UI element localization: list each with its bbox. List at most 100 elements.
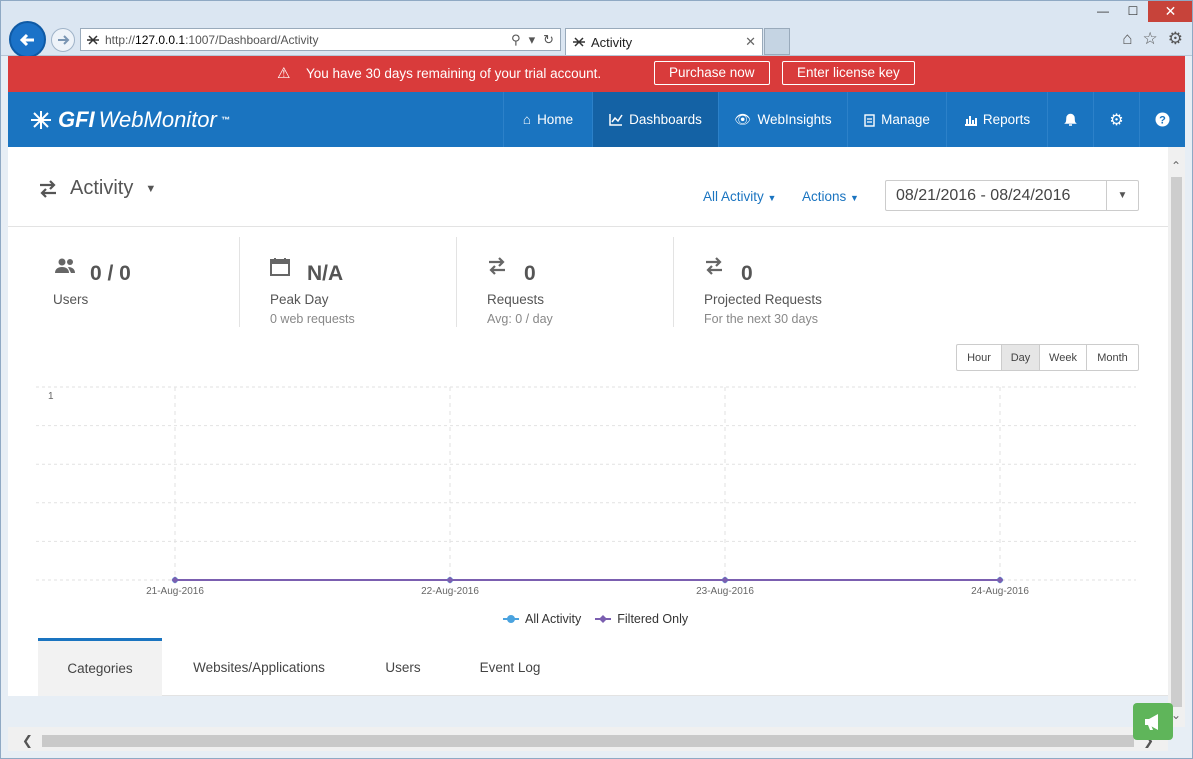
users-icon xyxy=(55,258,75,273)
date-range-value: 08/21/2016 - 08/24/2016 xyxy=(896,187,1071,204)
favorites-star-icon[interactable]: ☆ xyxy=(1143,29,1158,49)
help-icon: ? xyxy=(1155,112,1170,127)
forward-button[interactable] xyxy=(51,28,75,52)
activity-chart: 21-Aug-2016 22-Aug-2016 23-Aug-2016 24-Aug-… xyxy=(36,386,1136,597)
maximize-button[interactable]: ☐ xyxy=(1118,0,1148,22)
legend-marker-filtered-only xyxy=(595,615,612,623)
enter-license-key-button[interactable]: Enter license key xyxy=(782,61,915,85)
clipboard-icon xyxy=(864,113,875,127)
back-arrow-icon xyxy=(19,33,34,46)
logo-icon xyxy=(31,111,51,129)
actions-dropdown[interactable]: Actions ▼ xyxy=(802,189,859,204)
horizontal-scroll-thumb[interactable] xyxy=(42,735,1134,747)
close-window-button[interactable]: ✕ xyxy=(1148,0,1193,22)
gfi-webmonitor-logo[interactable]: GFI WebMonitor ™ xyxy=(28,107,230,133)
gear-icon: ⚙ xyxy=(1109,111,1124,129)
url-text: http://127.0.0.1:1007/Dashboard/Activity xyxy=(105,32,319,47)
nav-manage[interactable]: Manage xyxy=(847,92,946,147)
settings-gear-icon[interactable]: ⚙ xyxy=(1168,29,1183,49)
day-button[interactable]: Day xyxy=(1002,345,1040,370)
trial-banner: ⚠ You have 30 days remaining of your tri… xyxy=(8,56,1185,92)
feedback-button[interactable] xyxy=(1133,703,1173,740)
nav-home[interactable]: ⌂ Home xyxy=(503,92,592,147)
peak-day-sub: 0 web requests xyxy=(270,312,355,326)
peak-day-label: Peak Day xyxy=(270,292,329,307)
legend-all-activity[interactable]: All Activity xyxy=(503,612,581,626)
refresh-icon[interactable]: ↻ xyxy=(543,32,554,48)
back-button[interactable] xyxy=(9,21,46,58)
calendar-icon xyxy=(270,258,290,276)
home-icon: ⌂ xyxy=(522,112,532,127)
nav-webinsights[interactable]: 👁 WebInsights xyxy=(718,92,847,147)
tab-close-icon[interactable]: ✕ xyxy=(745,34,756,50)
scroll-up-icon[interactable]: ⌃ xyxy=(1171,159,1181,173)
site-icon xyxy=(87,35,99,45)
page-title[interactable]: Activity ▼ xyxy=(38,177,156,200)
megaphone-icon xyxy=(1145,713,1158,730)
data-point xyxy=(446,576,454,584)
projected-label: Projected Requests xyxy=(704,292,822,307)
data-point xyxy=(171,576,179,584)
legend-filtered-only[interactable]: Filtered Only xyxy=(595,612,688,626)
tab-title: Activity xyxy=(591,34,633,50)
line-chart-icon xyxy=(609,114,623,126)
scroll-left-icon[interactable]: ❮ xyxy=(22,733,33,749)
hour-button[interactable]: Hour xyxy=(957,345,1002,370)
main-nav: ⌂ Home Dashboards 👁 WebInsights Manage Rep… xyxy=(503,92,1185,147)
tab-categories[interactable]: Categories xyxy=(38,638,162,696)
date-range-dropdown-icon[interactable]: ▼ xyxy=(1106,181,1138,210)
browser-chrome: http://127.0.0.1:1007/Dashboard/Activity… xyxy=(0,0,1193,58)
x-tick-label: 22-Aug-2016 xyxy=(421,586,479,597)
chevron-down-icon[interactable]: ▾ xyxy=(529,32,536,48)
svg-text:?: ? xyxy=(1159,115,1166,127)
nav-dashboards[interactable]: Dashboards xyxy=(592,92,718,147)
address-bar[interactable]: http://127.0.0.1:1007/Dashboard/Activity… xyxy=(80,28,561,51)
projected-value: 0 xyxy=(741,262,753,285)
requests-sub: Avg: 0 / day xyxy=(487,312,553,326)
tab-event-log[interactable]: Event Log xyxy=(468,638,552,696)
eye-icon: 👁 xyxy=(734,111,752,127)
settings-button[interactable]: ⚙ xyxy=(1093,92,1139,147)
forward-arrow-icon xyxy=(58,35,70,45)
tab-users[interactable]: Users xyxy=(368,638,438,696)
help-button[interactable]: ? xyxy=(1139,92,1185,147)
date-range-picker[interactable]: 08/21/2016 - 08/24/2016 ▼ xyxy=(885,180,1139,211)
caret-down-icon: ▼ xyxy=(767,193,777,203)
new-tab-button[interactable] xyxy=(764,28,790,55)
minimize-button[interactable]: — xyxy=(1088,0,1118,22)
legend-marker-all-activity xyxy=(503,615,519,623)
stat-projected-requests: 0 Projected Requests For the next 30 day… xyxy=(704,237,904,327)
requests-label: Requests xyxy=(487,292,545,307)
title-row: Activity ▼ All Activity ▼ Actions ▼ 08/2… xyxy=(8,147,1168,227)
time-range-selector: Hour Day Week Month xyxy=(956,344,1139,371)
users-value: 0 / 0 xyxy=(90,262,131,285)
vertical-scrollbar[interactable]: ⌃ ⌄ xyxy=(1168,147,1185,727)
requests-value: 0 xyxy=(524,262,536,285)
nav-reports[interactable]: Reports xyxy=(946,92,1047,147)
horizontal-scrollbar[interactable]: ❮ ❯ xyxy=(8,727,1168,751)
projected-sub: For the next 30 days xyxy=(704,312,818,326)
purchase-now-button[interactable]: Purchase now xyxy=(654,61,770,85)
caret-down-icon: ▼ xyxy=(850,193,859,203)
tab-site-icon xyxy=(573,37,585,47)
data-point xyxy=(996,576,1004,584)
activity-arrows-icon xyxy=(40,179,56,198)
data-point xyxy=(721,576,729,584)
main-content: Activity ▼ All Activity ▼ Actions ▼ 08/2… xyxy=(8,147,1168,696)
chart-legend: All Activity Filtered Only xyxy=(503,612,688,626)
users-label: Users xyxy=(53,292,89,307)
home-icon[interactable]: ⌂ xyxy=(1122,29,1132,49)
search-icon[interactable]: ⚲ xyxy=(511,32,521,48)
week-button[interactable]: Week xyxy=(1040,345,1087,370)
notifications-button[interactable] xyxy=(1047,92,1093,147)
y-tick-label: 1 xyxy=(48,391,54,402)
month-button[interactable]: Month xyxy=(1087,345,1138,370)
requests-arrows-icon xyxy=(489,257,505,275)
projected-arrows-icon xyxy=(706,257,722,275)
tab-websites-applications[interactable]: Websites/Applications xyxy=(176,638,342,696)
all-activity-dropdown[interactable]: All Activity ▼ xyxy=(703,189,776,204)
browser-tab-activity[interactable]: Activity ✕ xyxy=(565,28,763,55)
stat-users: 0 / 0 Users xyxy=(53,237,233,327)
vertical-scroll-thumb[interactable] xyxy=(1171,177,1182,707)
warning-icon: ⚠ xyxy=(277,65,291,82)
